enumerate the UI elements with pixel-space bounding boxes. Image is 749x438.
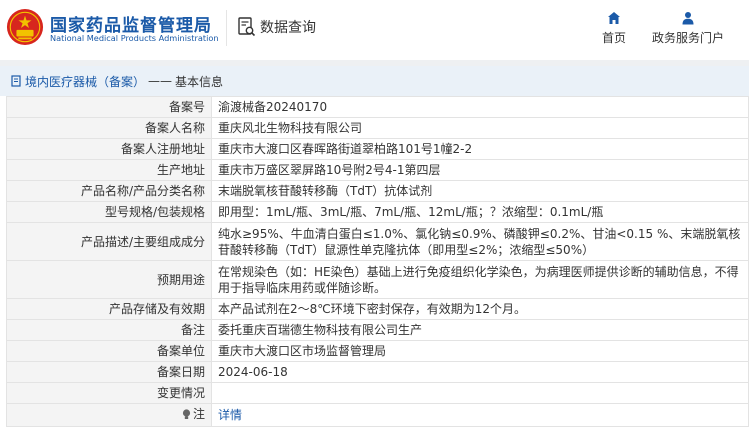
bulb-icon bbox=[182, 408, 191, 419]
field-value-registrant-name: 重庆风北生物科技有限公司 bbox=[211, 117, 749, 139]
field-label-intended-use: 预期用途 bbox=[6, 260, 212, 299]
table-row: 备案日期 2024-06-18 bbox=[6, 361, 749, 383]
field-label-model-spec: 型号规格/包装规格 bbox=[6, 201, 212, 223]
nav-home[interactable]: 首页 bbox=[598, 11, 630, 46]
table-row: 型号规格/包装规格 即用型：1mL/瓶、3mL/瓶、7mL/瓶、12mL/瓶；？… bbox=[6, 201, 749, 223]
table-row: 备案人注册地址 重庆市大渡口区春晖路街道翠柏路101号1幢2-2 bbox=[6, 138, 749, 160]
nmpa-emblem-logo[interactable] bbox=[6, 8, 44, 46]
breadcrumb-section-link[interactable]: 境内医疗器械（备案） bbox=[10, 73, 145, 90]
nav-portal-label: 政务服务门户 bbox=[651, 31, 724, 45]
field-value-product-name: 末端脱氧核苷酸转移酶（TdT）抗体试剂 bbox=[211, 180, 749, 202]
table-row: 生产地址 重庆市万盛区翠屏路10号附2号4-1第四层 bbox=[6, 159, 749, 181]
details-link[interactable]: 详情 bbox=[218, 408, 242, 422]
table-row: 产品名称/产品分类名称 末端脱氧核苷酸转移酶（TdT）抗体试剂 bbox=[6, 180, 749, 202]
field-value-registrant-address: 重庆市大渡口区春晖路街道翠柏路101号1幢2-2 bbox=[211, 138, 749, 160]
breadcrumb: 境内医疗器械（备案） —— 基本信息 bbox=[0, 66, 749, 96]
nav-government-services-portal[interactable]: 政务服务门户 bbox=[648, 11, 728, 46]
field-label-product-name: 产品名称/产品分类名称 bbox=[6, 180, 212, 202]
table-row: 产品描述/主要组成成分 纯水≥95%、牛血清白蛋白≤1.0%、氯化钠≤0.9%、… bbox=[6, 222, 749, 261]
field-label-product-description: 产品描述/主要组成成分 bbox=[6, 222, 212, 261]
field-label-remarks: 备注 bbox=[6, 319, 212, 341]
field-label-registration-no: 备案号 bbox=[6, 96, 212, 118]
record-table: 备案号 渝渡械备20240170 备案人名称 重庆风北生物科技有限公司 备案人注… bbox=[6, 96, 749, 427]
table-row: 变更情况 bbox=[6, 382, 749, 404]
table-row: 预期用途 在常规染色（如：HE染色）基础上进行免疫组织化学染色，为病理医师提供诊… bbox=[6, 260, 749, 299]
table-row: 注 详情 bbox=[6, 403, 749, 427]
field-value-note: 详情 bbox=[211, 403, 749, 427]
field-label-production-address: 生产地址 bbox=[6, 159, 212, 181]
field-value-remarks: 委托重庆百瑞德生物科技有限公司生产 bbox=[211, 319, 749, 341]
table-row: 产品存储及有效期 本产品试剂在2～8℃环境下密封保存，有效期为12个月。 bbox=[6, 298, 749, 320]
record-detail: 备案号 渝渡械备20240170 备案人名称 重庆风北生物科技有限公司 备案人注… bbox=[0, 96, 749, 427]
table-row: 备注 委托重庆百瑞德生物科技有限公司生产 bbox=[6, 319, 749, 341]
user-icon bbox=[682, 12, 694, 25]
table-row: 备案号 渝渡械备20240170 bbox=[6, 96, 749, 118]
field-value-storage-validity: 本产品试剂在2～8℃环境下密封保存，有效期为12个月。 bbox=[211, 298, 749, 320]
field-value-production-address: 重庆市万盛区翠屏路10号附2号4-1第四层 bbox=[211, 159, 749, 181]
field-label-filing-unit: 备案单位 bbox=[6, 340, 212, 362]
table-row: 备案单位 重庆市大渡口区市场监督管理局 bbox=[6, 340, 749, 362]
site-header: 国家药品监督管理局 National Medical Products Admi… bbox=[0, 0, 749, 60]
search-document-icon bbox=[238, 17, 256, 37]
field-value-product-description: 纯水≥95%、牛血清白蛋白≤1.0%、氯化钠≤0.9%、磷酸钾≤0.2%、甘油<… bbox=[211, 222, 749, 261]
data-query-title[interactable]: 数据查询 bbox=[238, 16, 316, 38]
nav-home-label: 首页 bbox=[601, 31, 626, 45]
document-icon bbox=[11, 75, 21, 87]
field-value-filing-date: 2024-06-18 bbox=[211, 361, 749, 383]
note-label: 注 bbox=[192, 407, 205, 421]
field-label-change-history: 变更情况 bbox=[6, 382, 212, 404]
brand-title-en[interactable]: National Medical Products Administration bbox=[50, 33, 219, 43]
home-icon bbox=[608, 12, 620, 24]
field-value-model-spec: 即用型：1mL/瓶、3mL/瓶、7mL/瓶、12mL/瓶；？浓缩型：0.1mL/… bbox=[211, 201, 749, 223]
breadcrumb-current: 基本信息 bbox=[175, 74, 224, 89]
field-label-filing-date: 备案日期 bbox=[6, 361, 212, 383]
field-value-filing-unit: 重庆市大渡口区市场监督管理局 bbox=[211, 340, 749, 362]
breadcrumb-separator: —— bbox=[148, 74, 173, 88]
data-query-label: 数据查询 bbox=[260, 20, 316, 36]
field-label-registrant-name: 备案人名称 bbox=[6, 117, 212, 139]
field-label-storage-validity: 产品存储及有效期 bbox=[6, 298, 212, 320]
field-value-change-history bbox=[211, 382, 749, 404]
field-label-registrant-address: 备案人注册地址 bbox=[6, 138, 212, 160]
breadcrumb-section-label: 境内医疗器械（备案） bbox=[25, 74, 146, 89]
field-label-note: 注 bbox=[6, 403, 212, 427]
field-value-registration-no: 渝渡械备20240170 bbox=[211, 96, 749, 118]
header-divider bbox=[226, 10, 227, 46]
field-value-intended-use: 在常规染色（如：HE染色）基础上进行免疫组织化学染色，为病理医师提供诊断的辅助信… bbox=[211, 260, 749, 299]
table-row: 备案人名称 重庆风北生物科技有限公司 bbox=[6, 117, 749, 139]
